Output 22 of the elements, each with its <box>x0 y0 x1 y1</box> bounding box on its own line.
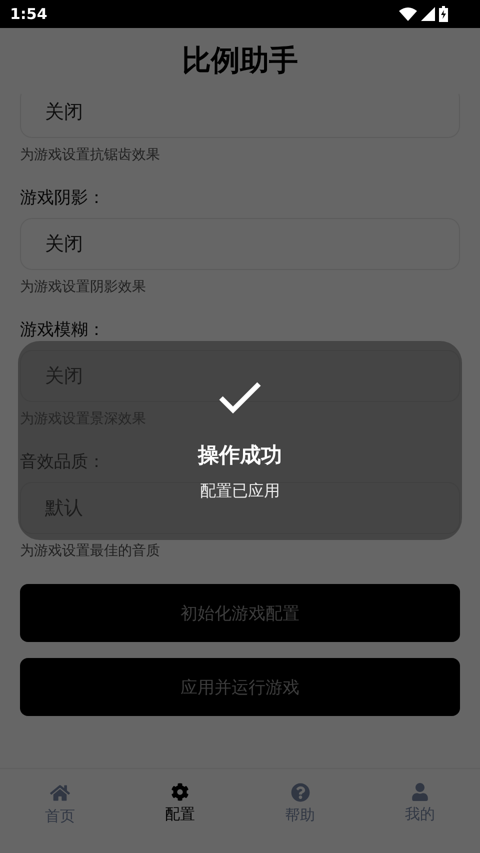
hint-text: 为游戏设置最佳的音质 <box>20 542 160 560</box>
nav-tab[interactable]: 配置 <box>120 769 240 853</box>
hint-text: 为游戏设置阴影效果 <box>20 278 146 296</box>
action-button[interactable]: 初始化游戏配置 <box>20 584 460 642</box>
person-icon <box>411 783 429 801</box>
hint-text: 为游戏设置抗锯齿效果 <box>20 146 160 164</box>
toast-title: 操作成功 <box>198 442 282 469</box>
setting-label: 游戏阴影： <box>20 187 105 209</box>
select-field[interactable]: 关闭 <box>20 94 460 138</box>
home-icon <box>50 783 70 803</box>
action-button[interactable]: 应用并运行游戏 <box>20 658 460 716</box>
status-time: 1:54 <box>10 5 48 23</box>
battery-icon <box>439 6 448 22</box>
help-icon <box>290 783 310 802</box>
wifi-icon <box>399 7 417 21</box>
settings-icon <box>171 783 189 801</box>
select-field[interactable]: 关闭 <box>20 218 460 270</box>
signal-icon <box>421 7 435 21</box>
toast-message: 配置已应用 <box>200 481 280 502</box>
checkmark-icon <box>218 381 262 415</box>
app-title: 比例助手 <box>182 42 298 79</box>
setting-label: 游戏模糊： <box>20 319 105 341</box>
